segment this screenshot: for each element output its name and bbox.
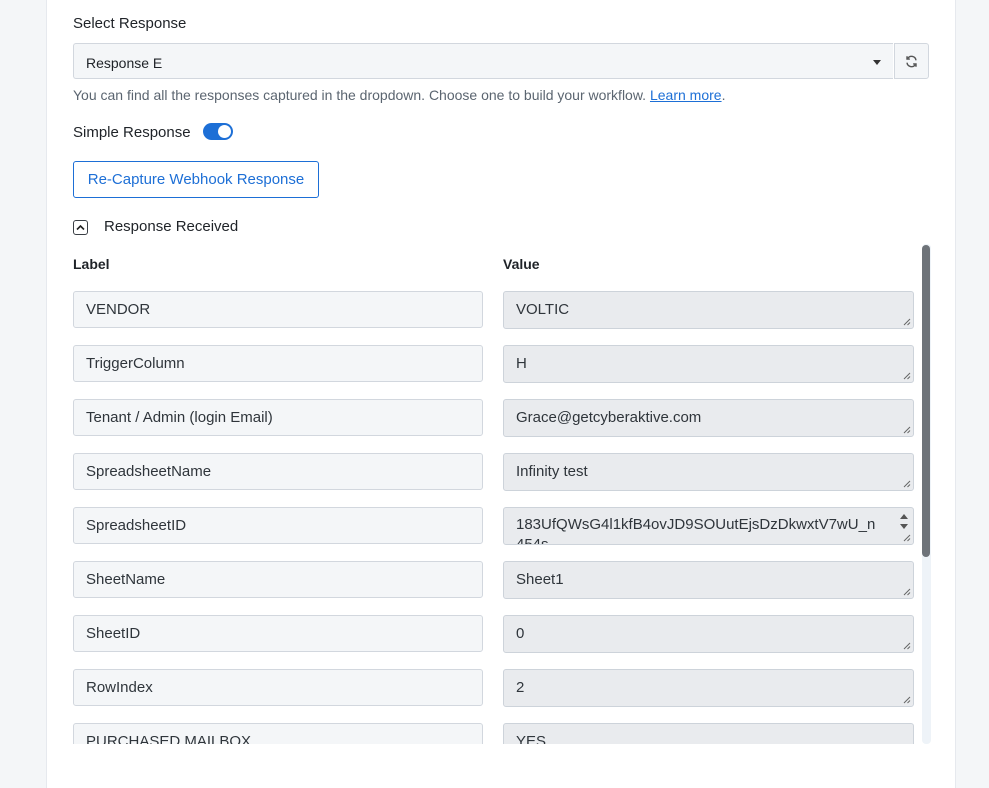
field-value-text: 0 [516, 625, 525, 642]
selected-response-value: Response E [86, 55, 163, 71]
field-value[interactable]: Infinity test [503, 453, 914, 491]
field-value-text: YES [516, 733, 547, 744]
resize-grip-icon[interactable] [903, 372, 911, 380]
field-value[interactable]: YES [503, 723, 914, 744]
field-row: Tenant / Admin (login Email) Grace@getcy… [47, 394, 932, 448]
field-label: SheetName [73, 561, 483, 598]
chevron-down-icon [873, 60, 881, 65]
simple-response-toggle[interactable] [203, 123, 233, 140]
resize-grip-icon[interactable] [903, 588, 911, 596]
select-response-label: Select Response [73, 15, 187, 32]
refresh-icon [906, 55, 917, 67]
response-dropdown[interactable]: Response E [73, 43, 893, 79]
field-value[interactable]: Grace@getcyberaktive.com [503, 399, 914, 437]
field-row: SpreadsheetName Infinity test [47, 448, 932, 502]
helper-text-body: You can find all the responses captured … [73, 87, 647, 103]
collapse-response-button[interactable] [73, 220, 88, 235]
field-label: RowIndex [73, 669, 483, 706]
response-fields-list[interactable]: VENDOR VOLTIC TriggerColumn H Tenant / A… [47, 286, 932, 744]
field-value-text: Sheet1 [516, 571, 564, 588]
field-value[interactable]: 0 [503, 615, 914, 653]
field-value-text: H [516, 355, 527, 372]
resize-grip-icon[interactable] [903, 696, 911, 704]
field-row: RowIndex 2 [47, 664, 932, 718]
resize-grip-icon[interactable] [903, 480, 911, 488]
refresh-button[interactable] [894, 43, 929, 79]
field-label: SheetID [73, 615, 483, 652]
chevron-up-icon [76, 224, 85, 231]
field-label: SpreadsheetName [73, 453, 483, 490]
field-label: VENDOR [73, 291, 483, 328]
field-value[interactable]: H [503, 345, 914, 383]
field-row: SheetName Sheet1 [47, 556, 932, 610]
response-received-label: Response Received [104, 218, 239, 235]
field-value-text: 2 [516, 679, 525, 696]
resize-grip-icon[interactable] [903, 534, 911, 542]
field-row: TriggerColumn H [47, 340, 932, 394]
field-label: Tenant / Admin (login Email) [73, 399, 483, 436]
field-row: SheetID 0 [47, 610, 932, 664]
field-value[interactable]: 2 [503, 669, 914, 707]
field-label: PURCHASED MAILBOX [73, 723, 483, 744]
field-value-text: VOLTIC [516, 301, 570, 318]
field-label: SpreadsheetID [73, 507, 483, 544]
webhook-response-panel: Select Response Response E You can find … [46, 0, 956, 788]
field-value-text: Infinity test [516, 463, 588, 480]
field-row: SpreadsheetID 183UfQWsG4l1kfB4ovJD9SOUut… [47, 502, 932, 556]
value-column-header: Value [503, 256, 540, 272]
learn-more-link[interactable]: Learn more [650, 87, 722, 103]
resize-grip-icon[interactable] [903, 426, 911, 434]
scrollbar-thumb[interactable] [922, 245, 930, 557]
field-row: VENDOR VOLTIC [47, 286, 932, 340]
simple-response-label: Simple Response [73, 124, 191, 141]
field-row: PURCHASED MAILBOX YES [47, 718, 932, 744]
resize-grip-icon[interactable] [903, 642, 911, 650]
field-label: TriggerColumn [73, 345, 483, 382]
field-value[interactable]: Sheet1 [503, 561, 914, 599]
resize-grip-icon[interactable] [903, 318, 911, 326]
helper-text-end: . [721, 87, 726, 103]
field-value[interactable]: VOLTIC [503, 291, 914, 329]
helper-text: You can find all the responses captured … [73, 87, 725, 103]
toggle-knob [218, 125, 231, 138]
field-value-text: Grace@getcyberaktive.com [516, 409, 702, 426]
recapture-webhook-button[interactable]: Re-Capture Webhook Response [73, 161, 319, 198]
field-value[interactable]: 183UfQWsG4l1kfB4ovJD9SOUutEjsDzDkwxtV7wU… [503, 507, 914, 545]
label-column-header: Label [73, 256, 110, 272]
field-value-text: 183UfQWsG4l1kfB4ovJD9SOUutEjsDzDkwxtV7wU… [516, 516, 876, 545]
